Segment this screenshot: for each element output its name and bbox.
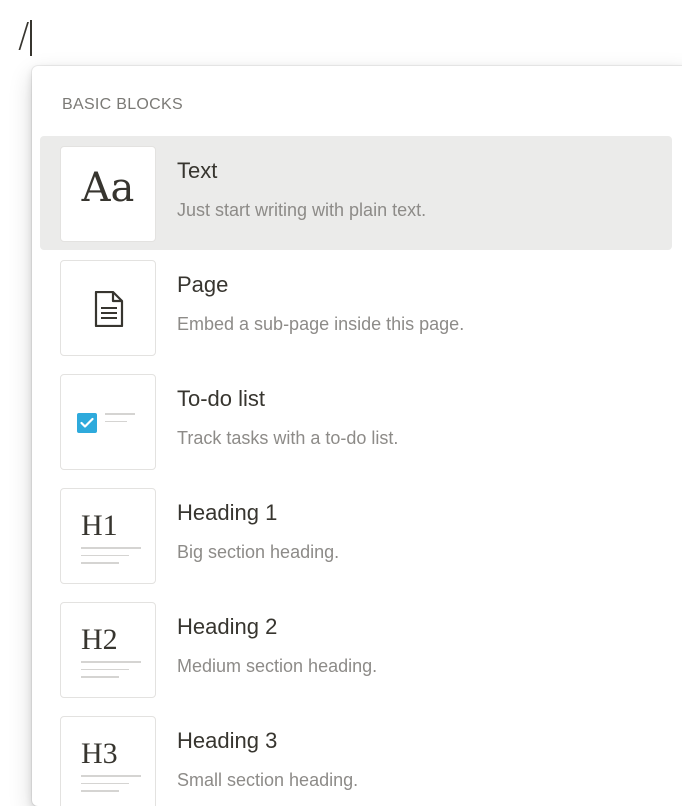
menu-item-description: Just start writing with plain text. — [177, 200, 427, 220]
menu-item-title: Heading 1 — [177, 500, 278, 525]
menu-item-description: Medium section heading. — [177, 656, 378, 676]
heading-lines — [81, 661, 141, 684]
todo-text-lines — [105, 413, 135, 428]
menu-item-description: Embed a sub-page inside this page. — [177, 314, 465, 334]
text-caret — [30, 19, 32, 56]
heading-2-glyph: H2 — [81, 623, 118, 656]
heading-2-icon: H2 — [60, 602, 156, 698]
text-aa-glyph: Aa — [81, 165, 135, 211]
heading-1-glyph: H1 — [81, 509, 118, 542]
heading-3-icon: H3 — [60, 716, 156, 806]
menu-item-heading-3[interactable]: H3 Heading 3 Small section heading. — [40, 706, 672, 806]
menu-item-title: Heading 3 — [177, 728, 278, 753]
heading-lines — [81, 775, 141, 798]
menu-item-title: To-do list — [177, 386, 266, 411]
checked-checkbox-icon — [77, 413, 97, 433]
menu-item-description: Small section heading. — [177, 770, 359, 790]
menu-item-heading-1[interactable]: H1 Heading 1 Big section heading. — [40, 478, 672, 592]
slash-command-menu[interactable]: BASIC BLOCKS Aa Text Just start writing … — [32, 66, 682, 806]
menu-item-heading-2[interactable]: H2 Heading 2 Medium section heading. — [40, 592, 672, 706]
text-aa-icon: Aa — [60, 146, 156, 242]
menu-item-text[interactable]: Aa Text Just start writing with plain te… — [40, 136, 672, 250]
menu-item-todo-list[interactable]: To-do list Track tasks with a to-do list… — [40, 364, 672, 478]
menu-item-title: Page — [177, 272, 229, 297]
menu-item-description: Track tasks with a to-do list. — [177, 428, 399, 448]
menu-item-page[interactable]: Page Embed a sub-page inside this page. — [40, 250, 672, 364]
menu-item-description: Big section heading. — [177, 542, 340, 562]
menu-item-title: Text — [177, 158, 218, 183]
heading-lines — [81, 547, 141, 570]
editor-text-line[interactable]: / — [18, 14, 32, 58]
section-label-basic-blocks: BASIC BLOCKS — [62, 96, 183, 113]
heading-3-glyph: H3 — [81, 737, 118, 770]
menu-item-title: Heading 2 — [177, 614, 278, 639]
page-document-glyph — [94, 291, 124, 327]
page-document-icon — [60, 260, 156, 356]
typed-slash: / — [18, 16, 30, 56]
todo-checkbox-icon — [60, 374, 156, 470]
heading-1-icon: H1 — [60, 488, 156, 584]
